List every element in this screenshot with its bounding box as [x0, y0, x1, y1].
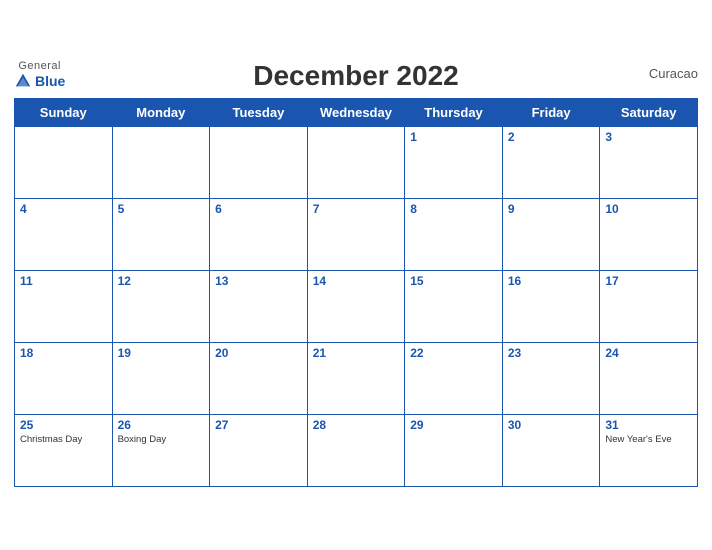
holiday-label: Boxing Day [118, 434, 205, 445]
day-number: 23 [508, 346, 595, 360]
col-tuesday: Tuesday [210, 98, 308, 126]
calendar-table: Sunday Monday Tuesday Wednesday Thursday… [14, 98, 698, 487]
col-sunday: Sunday [15, 98, 113, 126]
table-row: 12 [112, 270, 210, 342]
week-row-4: 25 Christmas Day 26 Boxing Day 27 28 29 30 31 New… [15, 414, 698, 486]
week-row-0: 123 [15, 126, 698, 198]
table-row: 24 [600, 342, 698, 414]
table-row: 11 [15, 270, 113, 342]
country-label: Curacao [649, 66, 698, 81]
day-number: 3 [605, 130, 692, 144]
table-row: 15 [405, 270, 503, 342]
table-row: 31 New Year's Eve [600, 414, 698, 486]
day-number: 19 [118, 346, 205, 360]
table-row: 13 [210, 270, 308, 342]
holiday-label: New Year's Eve [605, 434, 692, 445]
day-number: 2 [508, 130, 595, 144]
logo: General Blue [14, 61, 65, 90]
table-row: 29 [405, 414, 503, 486]
week-row-3: 18 19 20 21 22 23 24 [15, 342, 698, 414]
day-number: 30 [508, 418, 595, 432]
table-row: 14 [307, 270, 405, 342]
day-number: 6 [215, 202, 302, 216]
table-row: 1 [405, 126, 503, 198]
week-row-2: 11 12 13 14 15 16 17 [15, 270, 698, 342]
table-row [15, 126, 113, 198]
day-number: 25 [20, 418, 107, 432]
table-row: 20 [210, 342, 308, 414]
calendar-title: December 2022 [253, 60, 458, 92]
table-row [307, 126, 405, 198]
calendar-header: General Blue December 2022 Curacao [14, 60, 698, 92]
table-row: 3 [600, 126, 698, 198]
day-number: 17 [605, 274, 692, 288]
day-number: 9 [508, 202, 595, 216]
day-number: 14 [313, 274, 400, 288]
col-thursday: Thursday [405, 98, 503, 126]
table-row: 26 Boxing Day [112, 414, 210, 486]
table-row: 17 [600, 270, 698, 342]
calendar-wrapper: General Blue December 2022 Curacao Sunda… [0, 50, 712, 501]
logo-icon [14, 72, 32, 90]
week-row-1: 456789 10 [15, 198, 698, 270]
logo-general: General [18, 61, 61, 72]
day-number: 21 [313, 346, 400, 360]
day-number: 27 [215, 418, 302, 432]
table-row: 2 [502, 126, 600, 198]
table-row [112, 126, 210, 198]
table-row: 18 [15, 342, 113, 414]
table-row: 9 [502, 198, 600, 270]
day-number: 24 [605, 346, 692, 360]
day-number: 8 [410, 202, 497, 216]
col-wednesday: Wednesday [307, 98, 405, 126]
header-row: Sunday Monday Tuesday Wednesday Thursday… [15, 98, 698, 126]
day-number: 12 [118, 274, 205, 288]
table-row: 4 [15, 198, 113, 270]
day-number: 4 [20, 202, 107, 216]
table-row: 7 [307, 198, 405, 270]
day-number: 13 [215, 274, 302, 288]
day-number: 7 [313, 202, 400, 216]
holiday-label: Christmas Day [20, 434, 107, 445]
table-row: 22 [405, 342, 503, 414]
col-friday: Friday [502, 98, 600, 126]
day-number: 11 [20, 274, 107, 288]
day-number: 18 [20, 346, 107, 360]
table-row: 5 [112, 198, 210, 270]
table-row: 10 [600, 198, 698, 270]
table-row [210, 126, 308, 198]
table-row: 30 [502, 414, 600, 486]
day-number: 5 [118, 202, 205, 216]
table-row: 28 [307, 414, 405, 486]
table-row: 8 [405, 198, 503, 270]
day-number: 10 [605, 202, 692, 216]
col-saturday: Saturday [600, 98, 698, 126]
day-number: 31 [605, 418, 692, 432]
table-row: 19 [112, 342, 210, 414]
day-number: 29 [410, 418, 497, 432]
day-number: 16 [508, 274, 595, 288]
logo-blue: Blue [35, 74, 65, 88]
table-row: 23 [502, 342, 600, 414]
table-row: 6 [210, 198, 308, 270]
table-row: 16 [502, 270, 600, 342]
day-number: 1 [410, 130, 497, 144]
day-number: 26 [118, 418, 205, 432]
day-number: 15 [410, 274, 497, 288]
day-number: 22 [410, 346, 497, 360]
table-row: 21 [307, 342, 405, 414]
table-row: 27 [210, 414, 308, 486]
table-row: 25 Christmas Day [15, 414, 113, 486]
day-number: 20 [215, 346, 302, 360]
col-monday: Monday [112, 98, 210, 126]
day-number: 28 [313, 418, 400, 432]
